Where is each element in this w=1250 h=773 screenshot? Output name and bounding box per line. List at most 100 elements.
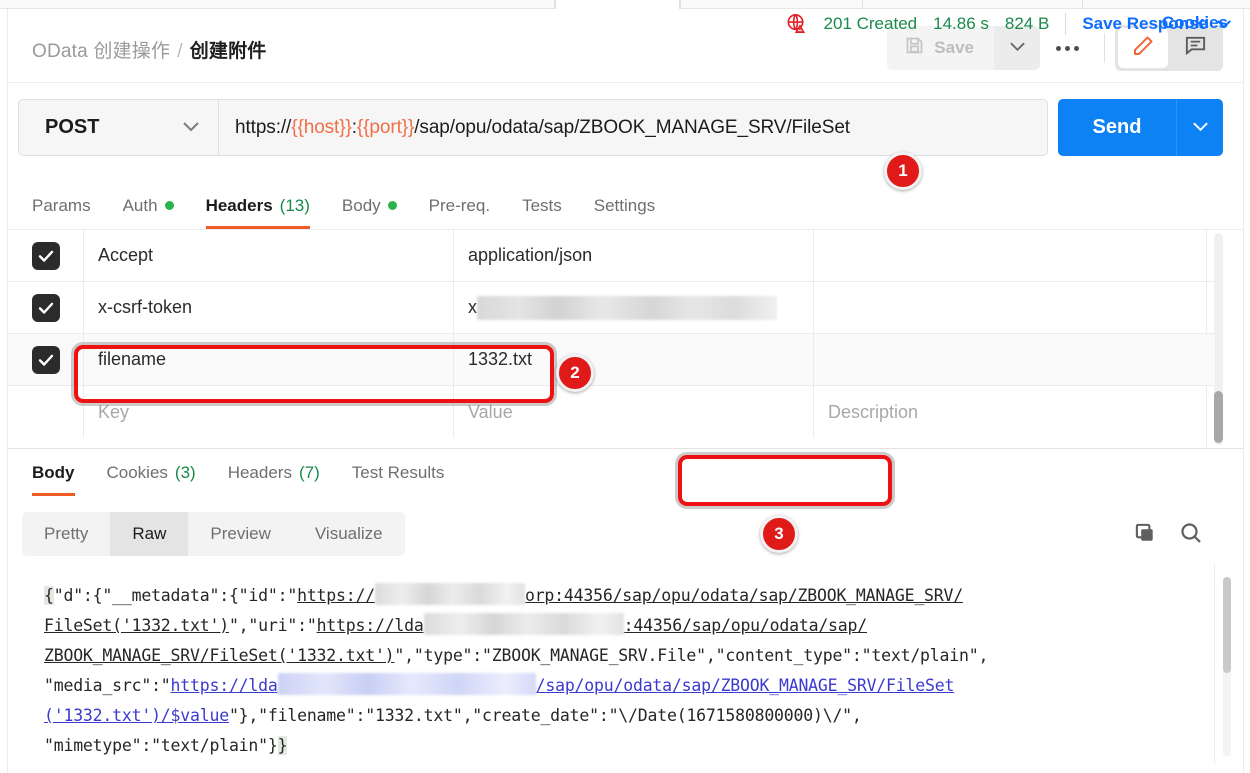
unsaved-dot-icon (164, 201, 174, 210)
response-body-line: "media_src":"https://lda/sap/opu/odata/s… (44, 671, 1204, 701)
response-body-text: https:// (297, 586, 375, 605)
chevron-down-icon (1009, 39, 1026, 57)
header-description-input[interactable] (814, 334, 1215, 385)
http-method-label: POST (45, 116, 100, 138)
header-key-input[interactable]: Accept (84, 230, 454, 281)
request-tab-params[interactable]: Params (16, 182, 107, 229)
response-body-text: ","uri":" (228, 616, 317, 635)
response-body-icons (1134, 521, 1203, 550)
response-tab-count: (7) (298, 462, 320, 482)
header-key-input[interactable]: filename (84, 334, 454, 385)
view-mode-raw[interactable]: Raw (110, 512, 189, 556)
request-tab-body[interactable]: Body (326, 182, 413, 229)
header-value-input[interactable]: application/json (454, 230, 814, 281)
request-tab-label: Headers (205, 195, 273, 215)
view-mode-visualize[interactable]: Visualize (293, 512, 405, 556)
request-tab-label: Params (32, 195, 91, 215)
response-view-modes: Pretty Raw Preview Visualize (22, 512, 405, 556)
annotation-badge-2: 2 (556, 354, 594, 392)
response-tab-body[interactable]: Body (16, 449, 91, 496)
unsaved-dot-icon (387, 201, 397, 210)
header-key-placeholder[interactable]: Key (84, 386, 454, 438)
header-enabled-checkbox[interactable] (8, 334, 84, 385)
response-body-line: {"d":{"__metadata":{"id":"https:// orp:44… (44, 581, 1204, 611)
checkbox-checked-icon (31, 241, 60, 270)
request-tab-label: Body (341, 195, 381, 215)
window-tab-strip (0, 0, 1250, 9)
response-body-text: "d":{"__metadata":{"id":" (53, 586, 298, 605)
header-description-input[interactable] (814, 230, 1215, 281)
headers-table: Accept application/json x-csrf-token x filen… (8, 230, 1243, 448)
response-body-link[interactable]: https://lda (171, 676, 278, 695)
response-tab-test-results[interactable]: Test Results (336, 449, 461, 496)
request-tab-auth[interactable]: Auth (107, 182, 190, 229)
response-body-link[interactable]: /sap/opu/odata/sap/ZBOOK_MANAGE_SRV/File… (536, 676, 955, 695)
header-enabled-checkbox[interactable] (8, 282, 84, 333)
response-body-text: orp:44356/sap/opu/odata/sap/ZBOOK_MANAGE… (524, 586, 963, 605)
annotation-badge-3: 3 (760, 515, 798, 553)
response-body-link[interactable]: ('1332.txt')/$value (44, 706, 229, 725)
pencil-icon (1131, 34, 1155, 63)
response-body-line: "mimetype":"text/plain"}} (44, 731, 1204, 761)
response-body-line: ZBOOK_MANAGE_SRV/FileSet('1332.txt')","t… (44, 641, 1204, 671)
request-tab-count: (13) (279, 195, 310, 215)
response-body-pane[interactable]: {"d":{"__metadata":{"id":"https:// orp:44… (8, 563, 1243, 764)
postman-request-window: OData 创建操作 / 创建附件 Save POST https:// {{h… (0, 0, 1250, 773)
checkbox-checked-icon (31, 293, 60, 322)
request-tab-pre-req[interactable]: Pre-req. (413, 182, 506, 229)
url-segment: /sap/opu/odata/sap/ZBOOK_MANAGE_SRV/File… (414, 116, 850, 138)
url-input[interactable]: https://{{host}}: {{port}}/sap/opu/odata/… (219, 100, 1047, 155)
request-tab-label: Pre-req. (428, 195, 491, 215)
view-mode-pretty[interactable]: Pretty (22, 512, 110, 556)
request-tab-headers[interactable]: Headers (13) (190, 182, 326, 229)
response-body-scrollbar[interactable] (1223, 577, 1231, 757)
header-enabled-checkbox-empty[interactable] (8, 386, 84, 438)
header-enabled-checkbox[interactable] (8, 230, 84, 281)
header-value-input[interactable]: x (454, 282, 814, 333)
chevron-down-icon (182, 119, 200, 137)
send-dropdown-button[interactable] (1177, 119, 1223, 137)
headers-table-scrollbar[interactable] (1214, 233, 1223, 445)
response-tab-headers[interactable]: Headers (7) (212, 449, 336, 496)
response-size: 824 B (1004, 13, 1050, 33)
header-key-input[interactable]: x-csrf-token (84, 282, 454, 333)
chevron-down-icon (1216, 14, 1232, 34)
response-status: 201 Created (823, 13, 918, 33)
redacted-host (277, 673, 536, 695)
response-body-text: https://lda (316, 616, 424, 635)
ellipsis-icon (1055, 45, 1079, 51)
request-tab-settings[interactable]: Settings (578, 182, 671, 229)
breadcrumb-parent[interactable]: OData 创建操作 (32, 41, 170, 62)
response-tabs: Body Cookies (3) Headers (7) Test Results (8, 448, 1243, 500)
comment-icon (1184, 34, 1207, 62)
header-description-placeholder[interactable]: Description (814, 386, 1215, 438)
response-body-line: ('1332.txt')/$value"},"filename":"1332.t… (44, 701, 1204, 731)
table-row[interactable]: filename 1332.txt (8, 334, 1215, 386)
view-mode-preview[interactable]: Preview (188, 512, 292, 556)
save-response-button[interactable]: Save Response (1082, 14, 1232, 34)
table-row-new[interactable]: Key Value Description (8, 386, 1215, 438)
response-body-text: :44356/sap/opu/odata/sap/ (623, 616, 868, 635)
header-value-placeholder[interactable]: Value (454, 386, 814, 438)
response-tab-cookies[interactable]: Cookies (3) (91, 449, 212, 496)
request-tab-tests[interactable]: Tests (506, 182, 578, 229)
floppy-disk-icon (904, 35, 925, 61)
response-body-line: FileSet('1332.txt')","uri":"https://lda:… (44, 611, 1204, 641)
table-row[interactable]: x-csrf-token x (8, 282, 1215, 334)
response-body-text: ","type":"ZBOOK_MANAGE_SRV.File","conten… (394, 646, 989, 665)
checkbox-checked-icon (31, 345, 60, 374)
header-value-input[interactable]: 1332.txt (454, 334, 814, 385)
table-row[interactable]: Accept application/json (8, 230, 1215, 282)
annotation-badge-1: 1 (884, 152, 922, 190)
search-icon[interactable] (1179, 521, 1203, 550)
request-tab-label: Auth (122, 195, 158, 215)
header-description-input[interactable] (814, 282, 1215, 333)
http-method-select[interactable]: POST (19, 100, 219, 155)
send-button[interactable]: Send (1058, 99, 1177, 156)
copy-icon[interactable] (1134, 522, 1157, 550)
response-tab-count: (3) (174, 462, 196, 482)
response-body-text: { (44, 586, 54, 605)
url-segment: https:// (235, 116, 292, 138)
response-body-code: {"d":{"__metadata":{"id":"https:// orp:44… (44, 581, 1204, 761)
response-body-text: ZBOOK_MANAGE_SRV/FileSet('1332.txt') (44, 646, 395, 665)
